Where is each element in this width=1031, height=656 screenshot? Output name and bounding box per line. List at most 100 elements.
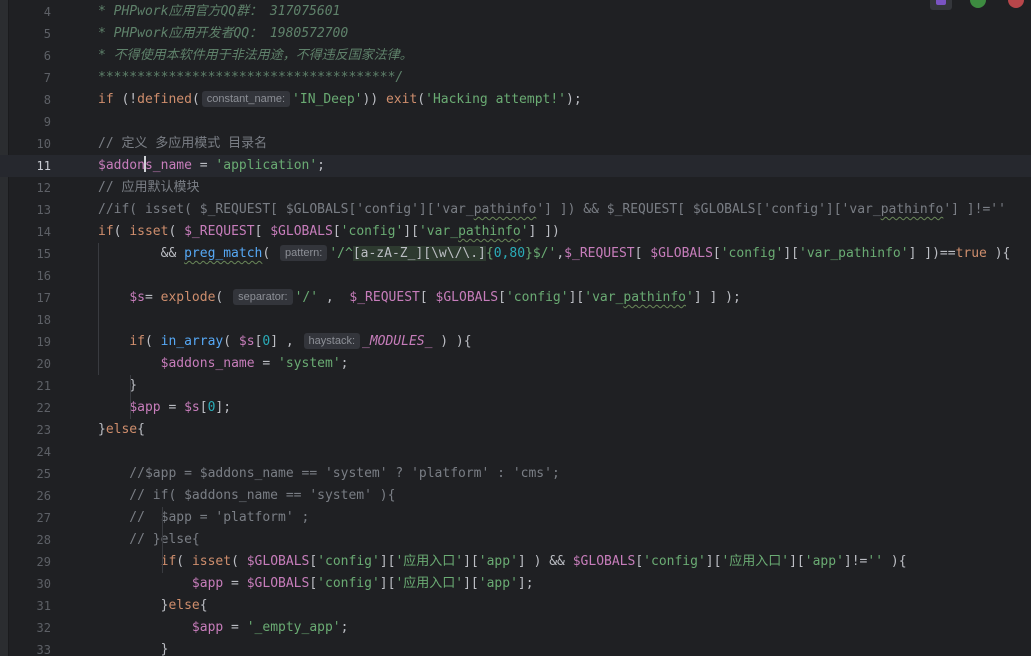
code-line[interactable]: 8 if (!defined(constant_name: 'IN_Deep')) … (0, 89, 1031, 111)
code-text[interactable]: } (98, 375, 137, 397)
code-token: * 不得使用本软件用于非法用途，不得违反国家法律。 (98, 48, 413, 63)
code-line[interactable]: 18 (0, 309, 1031, 331)
code-text[interactable]: //if( isset( $_REQUEST[ $GLOBALS['config… (98, 199, 1006, 221)
code-text[interactable]: if (!defined(constant_name: 'IN_Deep')) e… (98, 89, 582, 111)
code-line[interactable]: 12 // 应用默认模块 (0, 177, 1031, 199)
code-token: ][ (463, 576, 479, 591)
code-line[interactable]: 9 (0, 111, 1031, 133)
code-token: $s (129, 290, 145, 305)
code-line[interactable]: 13 //if( isset( $_REQUEST[ $GLOBALS['conf… (0, 199, 1031, 221)
line-number: 15 (36, 247, 51, 261)
code-editor[interactable]: 4 * PHPwork应用官方QQ群： 317075601 5 * PHPwork应用… (0, 0, 1031, 656)
code-line[interactable]: 32 $app = '_empty_app'; (0, 617, 1031, 639)
code-text[interactable]: if( isset( $_REQUEST[ $GLOBALS['config']… (98, 221, 560, 243)
code-text[interactable]: * PHPwork应用开发者QQ： 1980572700 (98, 23, 348, 45)
code-token: $addons_name (160, 356, 255, 371)
code-text[interactable]: //$app = $addons_name == 'system' ? 'pla… (98, 463, 559, 485)
parameter-hint: haystack: (303, 333, 360, 349)
code-token: '] ]!='' (943, 202, 1006, 217)
line-number: 28 (36, 533, 51, 547)
code-line[interactable]: 7 **************************************/ (0, 67, 1031, 89)
line-number: 20 (36, 357, 51, 371)
code-text[interactable]: } (98, 639, 169, 656)
code-token: ][ (463, 554, 479, 569)
line-number: 17 (36, 291, 51, 305)
code-token: { (199, 598, 208, 613)
code-line[interactable]: 14 if( isset( $_REQUEST[ $GLOBALS['config… (0, 221, 1031, 243)
code-token: ]; (215, 400, 232, 415)
code-token: ( (191, 92, 200, 107)
code-text[interactable]: }else{ (98, 595, 208, 617)
plugin-icon[interactable] (930, 0, 952, 10)
code-text[interactable]: **************************************/ (98, 67, 403, 89)
code-token: ] ] ); (693, 290, 741, 305)
code-line[interactable]: 11 $addons_name = 'application'; (0, 155, 1031, 177)
code-text[interactable]: }else{ (98, 419, 145, 441)
code-token: [ (309, 554, 318, 569)
code-line[interactable]: 4 * PHPwork应用官方QQ群： 317075601 (0, 1, 1031, 23)
code-line[interactable]: 15 && preg_match( pattern: '/^[a-zA-Z_][\… (0, 243, 1031, 265)
code-text[interactable]: // }else{ (98, 529, 199, 551)
code-line[interactable]: 22 $app = $s[0]; (0, 397, 1031, 419)
code-token: [ (419, 290, 436, 305)
code-token: '应用入口' (395, 576, 464, 591)
code-text[interactable]: $app = $GLOBALS['config']['应用入口']['app']… (98, 573, 534, 595)
line-number: 11 (36, 159, 51, 173)
code-text[interactable]: if( in_array( $s[0] , haystack: _MODULES_… (98, 331, 472, 353)
code-line[interactable]: 30 $app = $GLOBALS['config']['应用入口']['ap… (0, 573, 1031, 595)
code-token: ]!= (843, 554, 868, 569)
code-text[interactable]: $app = $s[0]; (98, 397, 231, 419)
code-token: preg_match (184, 246, 263, 261)
code-text[interactable]: * PHPwork应用官方QQ群： 317075601 (98, 1, 340, 23)
code-token: = (160, 400, 185, 415)
code-line[interactable]: 17 $s= explode( separator: '/' , $_REQUES… (0, 287, 1031, 309)
code-line[interactable]: 16 (0, 265, 1031, 287)
code-text[interactable]: // $app = 'platform' ; (98, 507, 309, 529)
code-text[interactable]: * 不得使用本软件用于非法用途，不得违反国家法律。 (98, 45, 413, 67)
code-line[interactable]: 33 } (0, 639, 1031, 656)
code-line[interactable]: 29 if( isset( $GLOBALS['config']['应用入口']… (0, 551, 1031, 573)
code-token: '/^ (329, 246, 353, 261)
code-line[interactable]: 10 // 定义 多应用模式 目录名 (0, 133, 1031, 155)
code-line[interactable]: 6 * 不得使用本软件用于非法用途，不得违反国家法律。 (0, 45, 1031, 67)
line-number: 16 (36, 269, 51, 283)
line-number: 4 (43, 5, 51, 19)
code-line[interactable]: 26 // if( $addons_name == 'system' ){ (0, 485, 1031, 507)
code-text[interactable]: && preg_match( pattern: '/^[a-zA-Z_][\w\/… (98, 243, 1010, 265)
code-token: 'app' (478, 554, 518, 569)
line-number: 8 (43, 93, 51, 107)
code-token: pathinfo (623, 290, 687, 305)
line-number: 7 (43, 71, 51, 85)
code-token: } (98, 422, 106, 437)
code-line[interactable]: 21 } (0, 375, 1031, 397)
code-text[interactable]: if( isset( $GLOBALS['config']['应用入口']['a… (98, 551, 907, 573)
code-token: 'app' (804, 554, 844, 569)
code-token: ; (317, 158, 325, 173)
code-line[interactable]: 5 * PHPwork应用开发者QQ： 1980572700 (0, 23, 1031, 45)
code-line[interactable]: 23}else{ (0, 419, 1031, 441)
code-token: pathinfo (458, 224, 521, 239)
code-line[interactable]: 28 // }else{ (0, 529, 1031, 551)
code-line[interactable]: 20 $addons_name = 'system'; (0, 353, 1031, 375)
code-token: * PHPwork应用官方QQ群： 317075601 (98, 4, 341, 19)
code-token: { (485, 246, 494, 261)
code-line[interactable]: 19 if( in_array( $s[0] , haystack: _MODUL… (0, 331, 1031, 353)
line-number: 10 (36, 137, 51, 151)
code-token: ' (520, 224, 529, 239)
code-line[interactable]: 25 //$app = $addons_name == 'system' ? '… (0, 463, 1031, 485)
code-line[interactable]: 24 (0, 441, 1031, 463)
code-line[interactable]: 27 // $app = 'platform' ; (0, 507, 1031, 529)
code-text[interactable]: $s= explode( separator: '/' , $_REQUEST[ … (98, 287, 741, 309)
code-text[interactable]: $addons_name = 'application'; (98, 155, 325, 177)
code-token: '] ]) && $_REQUEST[ $GLOBALS['config']['… (536, 202, 881, 217)
code-text[interactable]: // 定义 多应用模式 目录名 (98, 133, 267, 155)
code-text[interactable]: // if( $addons_name == 'system' ){ (98, 485, 395, 507)
code-text[interactable]: $addons_name = 'system'; (98, 353, 349, 375)
code-text[interactable]: // 应用默认模块 (98, 177, 199, 199)
code-line[interactable]: 31 }else{ (0, 595, 1031, 617)
code-text[interactable]: $app = '_empty_app'; (98, 617, 349, 639)
